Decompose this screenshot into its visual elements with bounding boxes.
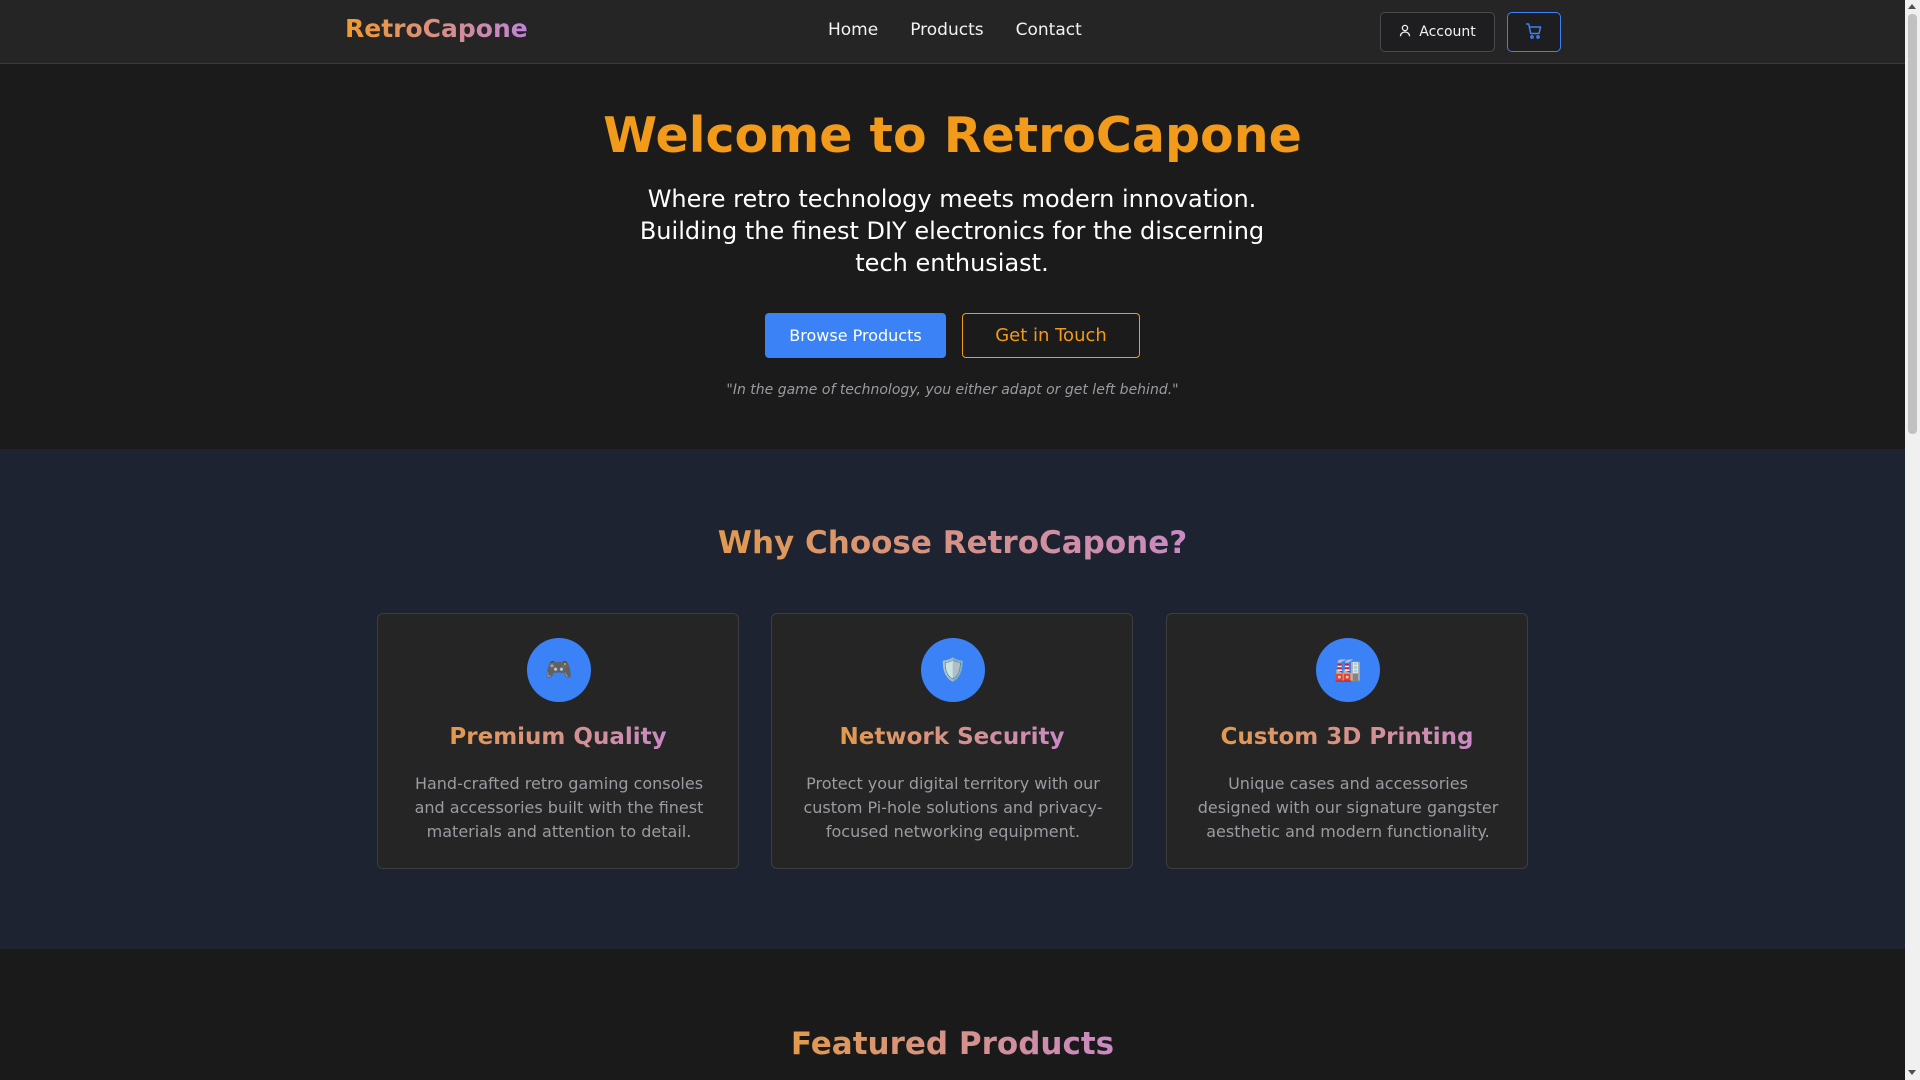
- scroll-down-arrow-icon[interactable]: [1908, 1070, 1916, 1075]
- feature-card-title-text: Network Security: [839, 724, 1065, 750]
- user-icon: [1399, 24, 1411, 41]
- feature-card-title: Premium Quality: [378, 724, 738, 750]
- main-nav: Home Products Contact: [828, 20, 1082, 40]
- nav-contact[interactable]: Contact: [1016, 20, 1082, 40]
- page: RetroCapone Home Products Contact Accoun…: [0, 0, 1905, 1080]
- featured-title-text: Featured Products: [790, 1026, 1115, 1062]
- hero-subtitle: Where retro technology meets modern inno…: [639, 185, 1265, 277]
- nav-home[interactable]: Home: [828, 20, 878, 40]
- get-in-touch-button[interactable]: Get in Touch: [962, 313, 1140, 358]
- shield-icon: 🛡️: [921, 638, 985, 702]
- hero-section: Welcome to RetroCapone Where retro techn…: [0, 65, 1905, 449]
- feature-card-description: Unique cases and accessories designed wi…: [1197, 774, 1499, 841]
- hero-quote: "In the game of technology, you either a…: [726, 382, 1179, 398]
- brand-logo[interactable]: RetroCapone: [345, 14, 528, 43]
- why-section: Why Choose RetroCapone? 🎮 Premium Qualit…: [0, 449, 1905, 949]
- scroll-up-arrow-icon[interactable]: [1908, 4, 1916, 9]
- feature-card-title-text: Premium Quality: [449, 724, 667, 750]
- site-header: RetroCapone Home Products Contact Accoun…: [0, 0, 1905, 64]
- feature-card-title: Network Security: [772, 724, 1132, 750]
- feature-card-title-text: Custom 3D Printing: [1220, 724, 1474, 750]
- cart-icon: [1525, 22, 1543, 43]
- feature-card-3d-printing: 🏭 Custom 3D Printing Unique cases and ac…: [1166, 613, 1528, 869]
- why-title-text: Why Choose RetroCapone?: [717, 525, 1188, 561]
- hero-title: Welcome to RetroCapone: [603, 107, 1302, 164]
- account-label: Account: [1419, 24, 1476, 40]
- feature-card-premium-quality: 🎮 Premium Quality Hand-crafted retro gam…: [377, 613, 739, 869]
- scrollbar-thumb[interactable]: [1908, 14, 1917, 434]
- cart-button[interactable]: [1507, 12, 1561, 52]
- factory-icon: 🏭: [1316, 638, 1380, 702]
- feature-card-description: Protect your digital territory with our …: [803, 774, 1103, 841]
- feature-card-network-security: 🛡️ Network Security Protect your digital…: [771, 613, 1133, 869]
- featured-section: Featured Products: [0, 949, 1905, 1080]
- account-button[interactable]: Account: [1380, 12, 1495, 52]
- feature-card-title: Custom 3D Printing: [1167, 724, 1527, 750]
- featured-title: Featured Products: [0, 1026, 1905, 1062]
- why-title: Why Choose RetroCapone?: [0, 525, 1905, 561]
- feature-card-description: Hand-crafted retro gaming consoles and a…: [414, 774, 704, 841]
- page-scrollbar[interactable]: [1905, 0, 1920, 1080]
- browse-products-button[interactable]: Browse Products: [765, 313, 946, 358]
- gamepad-icon: 🎮: [527, 638, 591, 702]
- nav-products[interactable]: Products: [910, 20, 983, 40]
